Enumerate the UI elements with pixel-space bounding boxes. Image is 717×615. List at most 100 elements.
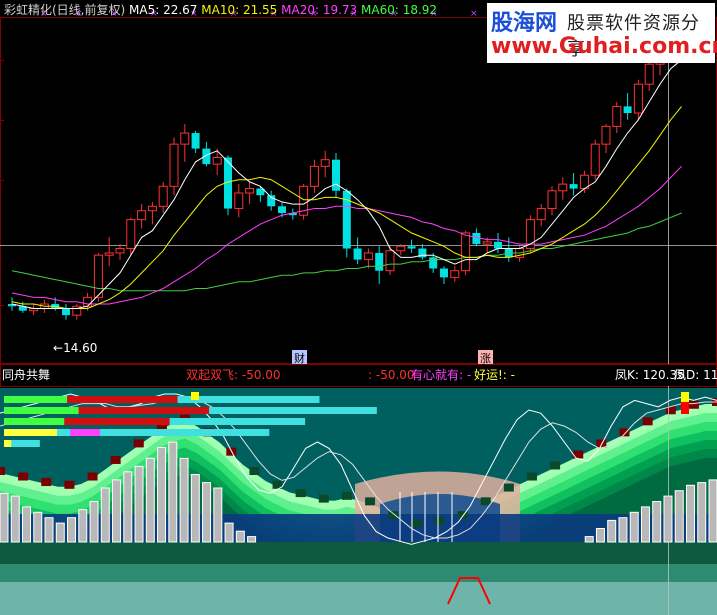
candle-body <box>482 241 492 245</box>
candle-body <box>375 252 384 271</box>
candle-body <box>558 183 568 192</box>
signal-yellow-2 <box>191 392 199 400</box>
progress-bar-red <box>78 407 210 414</box>
grey-bar <box>685 484 695 543</box>
progress-bar-red <box>64 418 170 425</box>
candle-body <box>644 63 654 85</box>
signal-a: 双起双飞: -50.00 <box>186 368 281 382</box>
top-marker: × <box>470 9 478 19</box>
candle-body <box>440 268 448 278</box>
main-header: 彩虹精化(日线,前复权) MA5: 22.67 MA10: 21.55 MA20… <box>4 3 437 17</box>
candle-body <box>234 192 244 210</box>
grey-bar <box>618 517 628 543</box>
grey-bar <box>190 474 200 543</box>
indicator-chart <box>0 364 717 615</box>
ridge-block <box>596 439 607 448</box>
grey-bar <box>44 517 54 543</box>
grey-bar <box>629 511 639 543</box>
grey-bar <box>78 509 88 543</box>
candle-body <box>547 190 557 210</box>
progress-bar-segment <box>4 440 12 447</box>
candle-body <box>191 133 200 149</box>
grey-bar <box>179 457 189 543</box>
grey-bar <box>33 511 43 543</box>
candle-body <box>83 296 93 307</box>
ma60-label: MA60: 18.92 <box>361 3 438 17</box>
ridge-block <box>295 489 306 498</box>
progress-bar-segment <box>4 418 65 425</box>
ridge-block <box>526 472 537 481</box>
indicator-header-frame <box>0 364 717 387</box>
ridge-block <box>550 461 561 470</box>
grey-bar <box>67 517 77 543</box>
ridge-block <box>480 497 491 506</box>
progress-bar-red <box>67 396 178 403</box>
grey-bar <box>584 536 594 543</box>
ridge-block <box>411 519 422 528</box>
signal-yellow <box>681 392 689 402</box>
grey-bar <box>663 495 673 543</box>
candle-body <box>601 125 611 145</box>
grey-bar <box>168 441 178 543</box>
ridge-block <box>341 491 352 500</box>
grey-bar <box>607 519 617 543</box>
ridge-block <box>41 478 52 487</box>
candle-body <box>126 219 136 250</box>
ridge-block <box>503 483 514 492</box>
candle-body <box>494 241 502 249</box>
signal-f: 凤D: 11 <box>674 368 717 382</box>
candle-body <box>612 105 622 127</box>
grey-bar <box>224 522 234 543</box>
candle-body <box>461 232 471 272</box>
candle-body <box>429 257 438 269</box>
grey-bar <box>697 482 707 543</box>
ridge-block <box>388 511 399 520</box>
ridge-block <box>110 455 121 464</box>
signal-red <box>681 402 689 414</box>
stock-title: 彩虹精化(日线,前复权) <box>4 3 126 17</box>
candle-body <box>569 184 578 189</box>
low-price-label: ←14.60 <box>53 341 98 355</box>
candle-body <box>472 232 481 245</box>
candle-body <box>623 106 632 114</box>
candle-body <box>536 208 546 221</box>
candle-body <box>353 248 362 260</box>
candle-body <box>396 245 406 252</box>
grey-bar <box>123 471 133 543</box>
ridge-block <box>434 516 445 525</box>
candle-body <box>93 254 103 298</box>
grey-bar <box>640 506 650 543</box>
main-frame <box>0 17 717 364</box>
grey-bar <box>10 495 20 543</box>
grey-bar <box>674 490 684 543</box>
ridge-block <box>642 417 653 426</box>
ridge-block <box>573 450 584 459</box>
progress-bar-segment <box>4 429 58 436</box>
watermark-logo: 股海网 股票软件资源分享 www.Guhai.com.cn <box>487 3 717 63</box>
ma5-label: MA5: 22.67 <box>129 3 198 17</box>
grey-bar <box>145 457 155 543</box>
candle-body <box>320 159 330 167</box>
ridge-block <box>249 467 260 475</box>
grey-bar <box>595 528 605 543</box>
candle-body <box>137 210 147 221</box>
watermark-brand: 股海网 <box>491 11 558 36</box>
candle-body <box>180 132 190 145</box>
candle-body <box>363 252 373 261</box>
candle-body <box>147 205 157 212</box>
candle-body <box>450 270 460 278</box>
candle-body <box>309 165 319 187</box>
candle-body <box>245 188 255 194</box>
ridge-block <box>365 497 376 506</box>
indicator-panel: 同舟共舞 双起双飞: -50.00 : -50.00 有心就有: - 好运!: … <box>0 364 717 615</box>
candle-body <box>633 83 643 114</box>
candle-body <box>212 156 222 165</box>
progress-bar-segment <box>4 407 79 414</box>
grey-bar <box>652 501 662 543</box>
candle-body <box>62 308 70 316</box>
lower-band-dark <box>0 542 717 564</box>
ridge-block <box>18 472 29 481</box>
ridge-block <box>0 467 5 475</box>
signal-c: 有心就有: - <box>411 368 472 382</box>
candle-body <box>104 252 114 256</box>
